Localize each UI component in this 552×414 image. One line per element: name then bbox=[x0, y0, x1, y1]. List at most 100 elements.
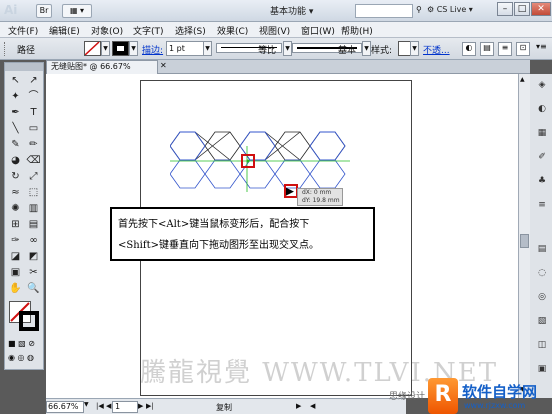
pencil-tool-icon[interactable]: ✏ bbox=[25, 137, 42, 153]
artboard-number-field[interactable]: 1 bbox=[112, 401, 138, 413]
bridge-button[interactable]: Br bbox=[36, 4, 52, 18]
brushes-icon[interactable]: ✐ bbox=[533, 150, 551, 164]
zoom-dropdown[interactable]: ▼ bbox=[84, 401, 92, 413]
symbol-sprayer-tool-icon[interactable]: ✺ bbox=[7, 201, 24, 217]
type-tool-icon[interactable]: T bbox=[25, 105, 42, 121]
menu-type[interactable]: 文字(T) bbox=[133, 24, 164, 37]
blend-tool-icon[interactable]: ∞ bbox=[25, 233, 42, 249]
scroll-left-arrow[interactable]: ◀ bbox=[310, 402, 315, 410]
graphic-styles-icon[interactable]: ▧ bbox=[533, 314, 551, 328]
stroke-weight-field[interactable]: 1 pt bbox=[166, 41, 204, 56]
stroke-panel-icon[interactable]: ≡ bbox=[533, 198, 551, 212]
free-transform-tool-icon[interactable]: ⬚ bbox=[25, 185, 42, 201]
gradient-tool-icon[interactable]: ▤ bbox=[25, 217, 42, 233]
magic-wand-tool-icon[interactable]: ✦ bbox=[7, 89, 24, 105]
menu-view[interactable]: 视图(V) bbox=[259, 24, 290, 37]
tools-panel-header[interactable] bbox=[5, 63, 43, 71]
fill-swatch[interactable] bbox=[84, 41, 101, 56]
hexagon-pattern-artwork[interactable] bbox=[170, 130, 350, 192]
close-tab-icon[interactable]: ✕ bbox=[160, 61, 167, 70]
color-panel-icon[interactable]: ◈ bbox=[533, 78, 551, 92]
direct-selection-tool-icon[interactable]: ↗ bbox=[25, 73, 42, 89]
brush-label: 基本 bbox=[338, 46, 357, 56]
next-artboard-button[interactable]: ▶ bbox=[138, 402, 143, 410]
maximize-button[interactable]: □ bbox=[514, 2, 530, 16]
scroll-thumb[interactable] bbox=[520, 234, 529, 248]
layers-icon[interactable]: ◫ bbox=[533, 338, 551, 352]
paintbrush-tool-icon[interactable]: ✎ bbox=[7, 137, 24, 153]
mesh-tool-icon[interactable]: ⊞ bbox=[7, 217, 24, 233]
column-graph-tool-icon[interactable]: ▥ bbox=[25, 201, 42, 217]
menu-effect[interactable]: 效果(C) bbox=[217, 24, 248, 37]
menu-window[interactable]: 窗口(W) bbox=[301, 24, 335, 37]
scale-tool-icon[interactable]: ⤢ bbox=[25, 169, 42, 185]
rotate-tool-icon[interactable]: ↻ bbox=[7, 169, 24, 185]
zoom-field[interactable]: 66.67% bbox=[46, 401, 84, 413]
status-menu-arrow[interactable]: ▶ bbox=[296, 402, 301, 410]
color-mode-buttons[interactable]: ■ ▧ ⊘ bbox=[8, 339, 42, 349]
eraser-tool-icon[interactable]: ⌫ bbox=[25, 153, 42, 169]
last-artboard-button[interactable]: ▶| bbox=[146, 402, 154, 410]
first-artboard-button[interactable]: |◀ bbox=[96, 402, 104, 410]
slice-tool-icon[interactable]: ✂ bbox=[25, 265, 42, 281]
style-label: 样式: bbox=[371, 46, 393, 56]
credit-text: 思缘设计 bbox=[389, 392, 426, 402]
align-icon[interactable]: ≡ bbox=[498, 42, 512, 56]
zoom-value: 66.67% bbox=[48, 402, 79, 411]
artboard-tool-icon[interactable]: ▣ bbox=[7, 265, 24, 281]
anchor-point bbox=[246, 159, 250, 163]
stroke-color-box[interactable] bbox=[19, 311, 39, 331]
stroke-dropdown[interactable]: ▼ bbox=[129, 41, 138, 56]
document-setup-icon[interactable]: ▤ bbox=[480, 42, 494, 56]
menu-help[interactable]: 帮助(H) bbox=[341, 24, 373, 37]
symbols-icon[interactable]: ♣ bbox=[533, 174, 551, 188]
original-hexagon-row[interactable] bbox=[170, 131, 346, 161]
appearance-icon[interactable]: ◎ bbox=[533, 290, 551, 304]
workspace-switcher[interactable]: 基本功能 ▾ bbox=[270, 4, 313, 17]
graphic-style-dropdown[interactable]: ▼ bbox=[410, 41, 419, 56]
control-panel-menu-icon[interactable]: ▾≡ bbox=[536, 42, 548, 56]
brush-dropdown[interactable]: ▼ bbox=[362, 41, 371, 56]
line-tool-icon[interactable]: ╲ bbox=[7, 121, 24, 137]
scroll-up-arrow[interactable]: ▲ bbox=[520, 76, 529, 86]
fill-dropdown[interactable]: ▼ bbox=[101, 41, 110, 56]
rectangle-tool-icon[interactable]: ▭ bbox=[25, 121, 42, 137]
search-help-field[interactable] bbox=[355, 4, 413, 18]
pen-tool-icon[interactable]: ✒ bbox=[7, 105, 24, 121]
eyedropper-tool-icon[interactable]: ✑ bbox=[7, 233, 24, 249]
swatches-icon[interactable]: ▦ bbox=[533, 126, 551, 140]
blob-brush-tool-icon[interactable]: ◕ bbox=[7, 153, 24, 169]
transform-icon[interactable]: ⊡ bbox=[516, 42, 530, 56]
previous-artboard-button[interactable]: ◀ bbox=[106, 402, 111, 410]
vertical-scrollbar[interactable]: ▲ ▼ bbox=[518, 74, 530, 398]
zoom-tool-icon[interactable]: 🔍 bbox=[25, 281, 42, 297]
live-paint-tool-icon[interactable]: ◪ bbox=[7, 249, 24, 265]
gradient-panel-icon[interactable]: ▤ bbox=[533, 242, 551, 256]
close-button[interactable]: ✕ bbox=[531, 2, 551, 16]
warp-tool-icon[interactable]: ≈ bbox=[7, 185, 24, 201]
lasso-tool-icon[interactable]: ⌒ bbox=[25, 89, 42, 105]
menu-select[interactable]: 选择(S) bbox=[175, 24, 206, 37]
drawing-mode-buttons[interactable]: ◉ ◎ ◍ bbox=[8, 353, 42, 363]
stroke-weight-dropdown[interactable]: ▼ bbox=[203, 41, 212, 56]
opacity-link[interactable]: 不透... bbox=[423, 43, 450, 56]
minimize-button[interactable]: – bbox=[497, 2, 513, 16]
menu-edit[interactable]: 编辑(E) bbox=[49, 24, 80, 37]
menu-file[interactable]: 文件(F) bbox=[8, 24, 38, 37]
menu-object[interactable]: 对象(O) bbox=[91, 24, 123, 37]
hand-tool-icon[interactable]: ✋ bbox=[7, 281, 24, 297]
stroke-panel-link[interactable]: 描边: bbox=[142, 43, 163, 56]
cs-live-menu[interactable]: ⚙ CS Live ▾ bbox=[427, 5, 473, 14]
live-paint-selection-tool-icon[interactable]: ◩ bbox=[25, 249, 42, 265]
artboards-icon[interactable]: ▣ bbox=[533, 362, 551, 376]
transparency-icon[interactable]: ◌ bbox=[533, 266, 551, 280]
profile-dropdown[interactable]: ▼ bbox=[283, 41, 292, 56]
recolor-icon[interactable]: ◐ bbox=[462, 42, 476, 56]
search-icon[interactable]: ⚲ bbox=[416, 5, 422, 14]
stroke-swatch-inner bbox=[116, 45, 125, 52]
selection-tool-icon[interactable]: ↖ bbox=[7, 73, 24, 89]
stroke-swatch[interactable] bbox=[112, 41, 129, 56]
document-tab[interactable]: 无缝贴图* @ 66.67% (CMYK/预览) bbox=[46, 60, 158, 83]
arrange-documents-button[interactable]: ▦ ▾ bbox=[62, 4, 92, 18]
color-guide-icon[interactable]: ◐ bbox=[533, 102, 551, 116]
